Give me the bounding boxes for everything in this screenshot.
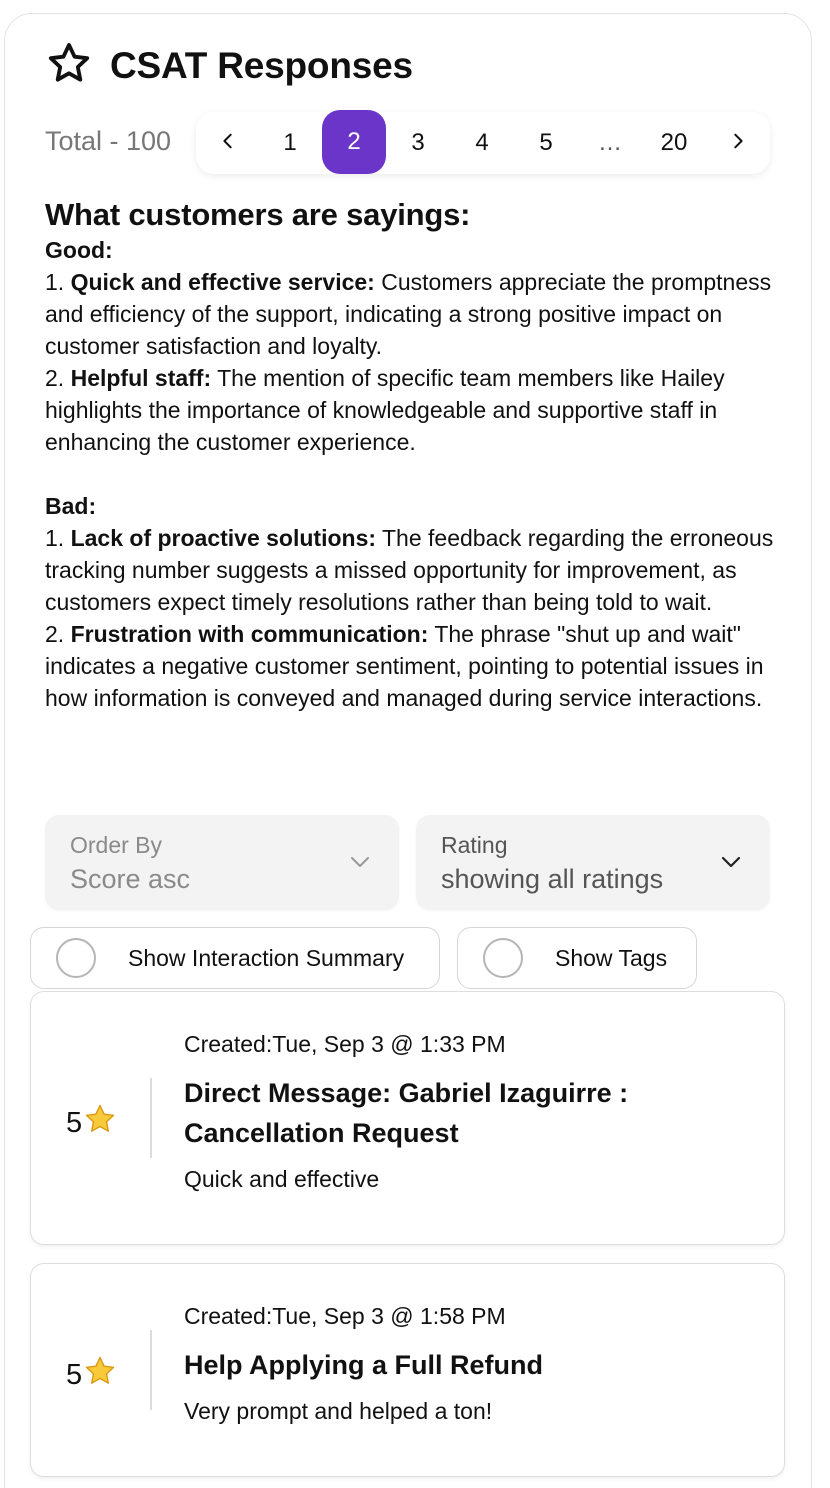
page-ellipsis: … <box>598 129 622 156</box>
show-interaction-summary-toggle[interactable]: Show Interaction Summary <box>30 927 440 989</box>
page-button-2-active[interactable]: 2 <box>322 110 386 174</box>
good-label: Good: <box>45 237 113 263</box>
bad-item-1: 1. Lack of proactive solutions: The feed… <box>45 525 774 615</box>
rating-score: 5 <box>66 1102 117 1144</box>
page-button-3[interactable]: 3 <box>386 112 450 174</box>
show-interaction-summary-label: Show Interaction Summary <box>128 944 405 971</box>
pagination: 1 2 3 4 5 … 20 <box>196 110 770 174</box>
good-item-1: 1. Quick and effective service: Customer… <box>45 269 772 359</box>
page-button-5[interactable]: 5 <box>514 112 578 174</box>
checkbox[interactable] <box>483 938 523 978</box>
order-by-select[interactable]: Order By Score asc <box>45 815 399 910</box>
star-filled-icon <box>82 1354 117 1396</box>
created-timestamp: Created:Tue, Sep 3 @ 1:33 PM <box>184 1031 506 1057</box>
page-title: CSAT Responses <box>110 44 413 86</box>
divider <box>150 1078 152 1158</box>
response-title: Help Applying a Full Refund <box>184 1350 543 1380</box>
created-timestamp: Created:Tue, Sep 3 @ 1:58 PM <box>184 1303 506 1329</box>
bad-label: Bad: <box>45 493 97 519</box>
chevron-down-icon <box>720 851 742 873</box>
checkbox[interactable] <box>56 938 96 978</box>
rating-label: Rating <box>441 832 508 858</box>
prev-page-button[interactable] <box>196 112 260 174</box>
next-page-button[interactable] <box>706 112 770 174</box>
divider <box>150 1330 152 1410</box>
response-title: Direct Message: Gabriel Izaguirre : Canc… <box>184 1078 629 1148</box>
page-button-1[interactable]: 1 <box>258 112 322 174</box>
response-card[interactable]: 5 Created:Tue, Sep 3 @ 1:58 PM Help Appl… <box>30 1263 785 1477</box>
feedback-summary: What customers are sayings: Good: 1. Qui… <box>45 196 785 714</box>
summary-heading: What customers are sayings: <box>45 197 471 232</box>
chevron-right-icon <box>729 129 747 157</box>
response-card[interactable]: 5 Created:Tue, Sep 3 @ 1:33 PM Direct Me… <box>30 991 785 1245</box>
rating-select[interactable]: Rating showing all ratings <box>416 815 770 910</box>
chevron-left-icon <box>219 129 237 157</box>
show-tags-toggle[interactable]: Show Tags <box>457 927 697 989</box>
response-comment: Very prompt and helped a ton! <box>184 1398 493 1424</box>
rating-value: showing all ratings <box>441 864 664 894</box>
star-filled-icon <box>82 1102 117 1144</box>
bad-item-2: 2. Frustration with communication: The p… <box>45 621 764 711</box>
rating-score: 5 <box>66 1354 117 1396</box>
chevron-down-icon <box>349 851 371 873</box>
good-item-2: 2. Helpful staff: The mention of specifi… <box>45 365 725 455</box>
page-button-4[interactable]: 4 <box>450 112 514 174</box>
star-outline-icon <box>46 40 92 91</box>
total-count: Total - 100 <box>45 126 172 156</box>
page-button-20[interactable]: 20 <box>642 112 706 174</box>
show-tags-label: Show Tags <box>555 944 668 971</box>
order-by-value: Score asc <box>70 864 191 894</box>
order-by-label: Order By <box>70 832 163 858</box>
response-comment: Quick and effective <box>184 1166 380 1192</box>
panel-header: CSAT Responses <box>46 40 413 91</box>
